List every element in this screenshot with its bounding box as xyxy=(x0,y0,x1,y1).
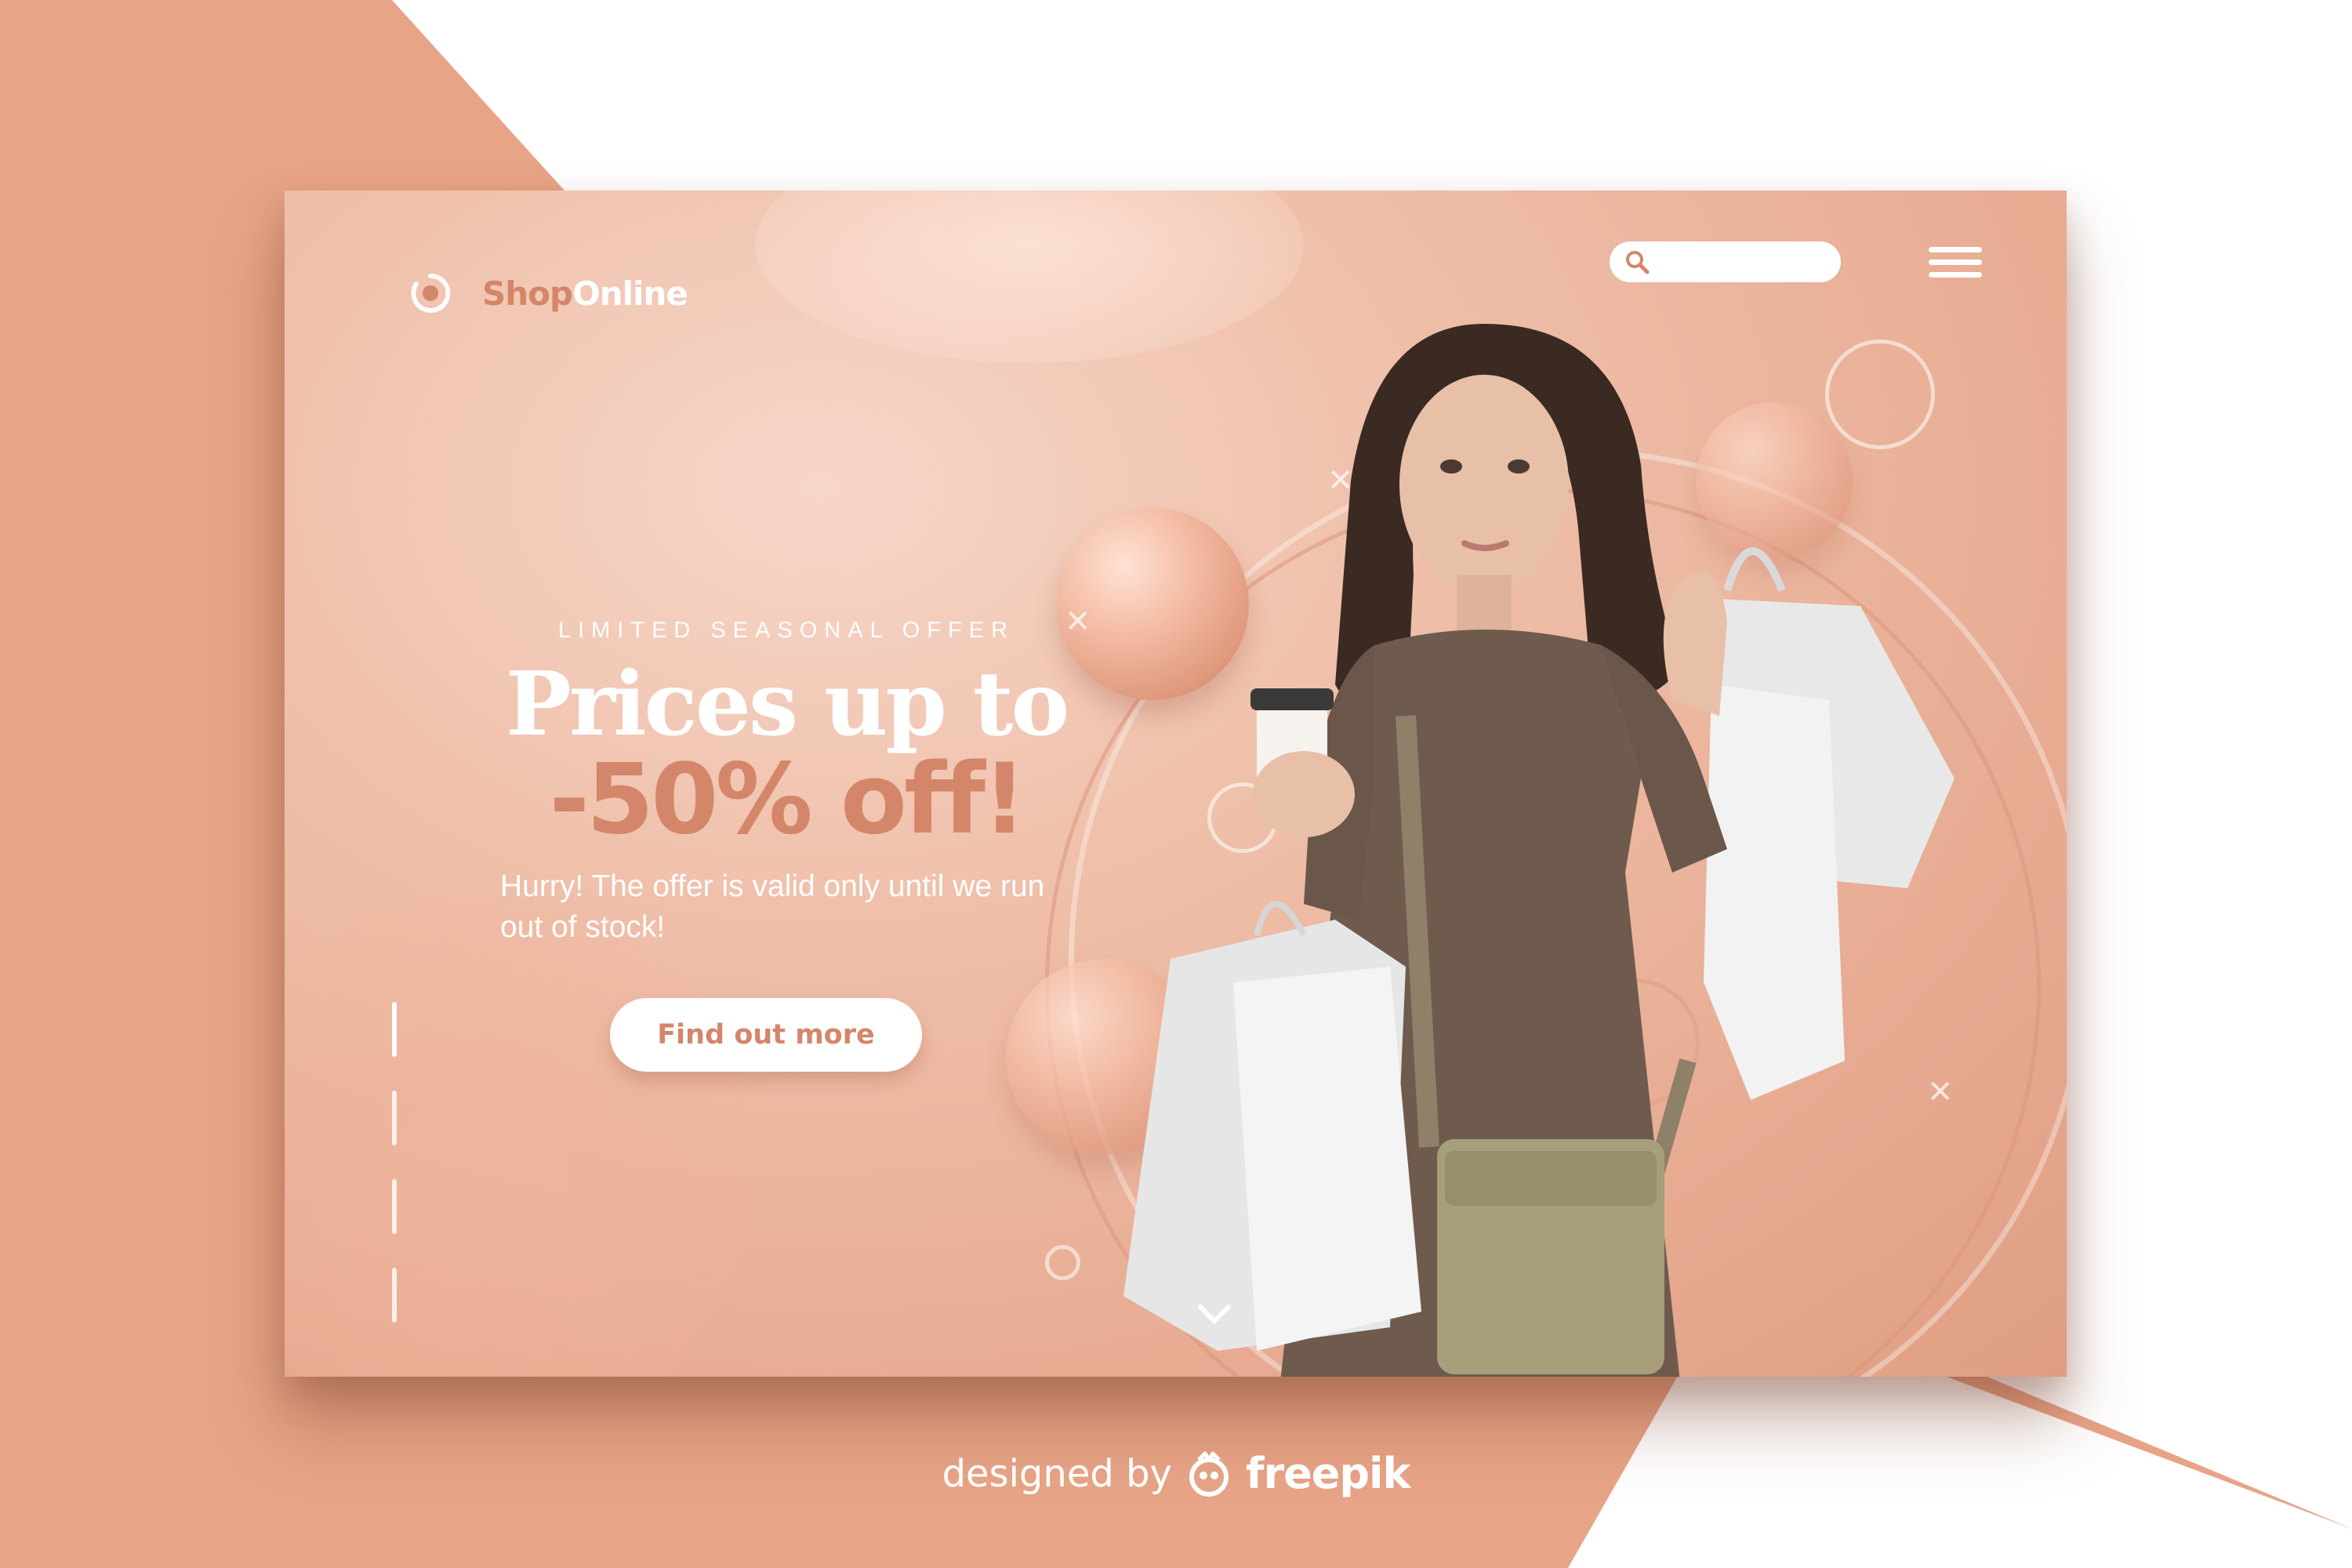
slider-indicator xyxy=(392,1002,397,1356)
hamburger-menu-icon[interactable] xyxy=(1929,247,1982,278)
menu-line xyxy=(1929,247,1982,252)
slider-dot[interactable] xyxy=(392,1091,397,1145)
headline-line-2: -50% off! xyxy=(549,743,1026,856)
credit-prefix: designed by xyxy=(942,1451,1172,1496)
shopping-bag-left xyxy=(1123,901,1421,1351)
background-blob xyxy=(285,896,755,1377)
logo[interactable]: ShopOnline xyxy=(410,273,688,314)
logo-text-online: Online xyxy=(572,274,688,313)
logo-text: ShopOnline xyxy=(482,274,688,313)
shopping-bag-right xyxy=(1704,547,1955,1100)
logo-text-shop: Shop xyxy=(482,274,573,313)
credit-brand: freepik xyxy=(1245,1449,1410,1498)
offer-eyebrow: LIMITED SEASONAL OFFER xyxy=(557,618,1015,643)
hero-subtext: Hurry! The offer is valid only until we … xyxy=(500,869,1045,944)
slider-dot[interactable] xyxy=(392,1268,397,1323)
menu-line xyxy=(1929,260,1982,265)
search-icon xyxy=(1626,251,1650,274)
slider-dot[interactable] xyxy=(392,1002,397,1057)
freepik-logo-icon xyxy=(1189,1451,1229,1497)
find-out-more-button[interactable]: Find out more xyxy=(610,998,922,1072)
headline-line-1: Prices up to xyxy=(505,653,1069,756)
slider-dot[interactable] xyxy=(392,1179,397,1234)
chevron-down-icon[interactable] xyxy=(1196,1302,1232,1326)
decorative-ring xyxy=(1045,1245,1080,1280)
landing-page-card: ✕ ✕ ✕ ✕ ✕ ShopOnline LIMITED SEASONAL OF… xyxy=(285,191,2067,1377)
hero-model-image xyxy=(1123,324,1955,1377)
designed-by-credit: designed by freepik xyxy=(0,1449,2352,1498)
logo-icon xyxy=(411,273,451,313)
